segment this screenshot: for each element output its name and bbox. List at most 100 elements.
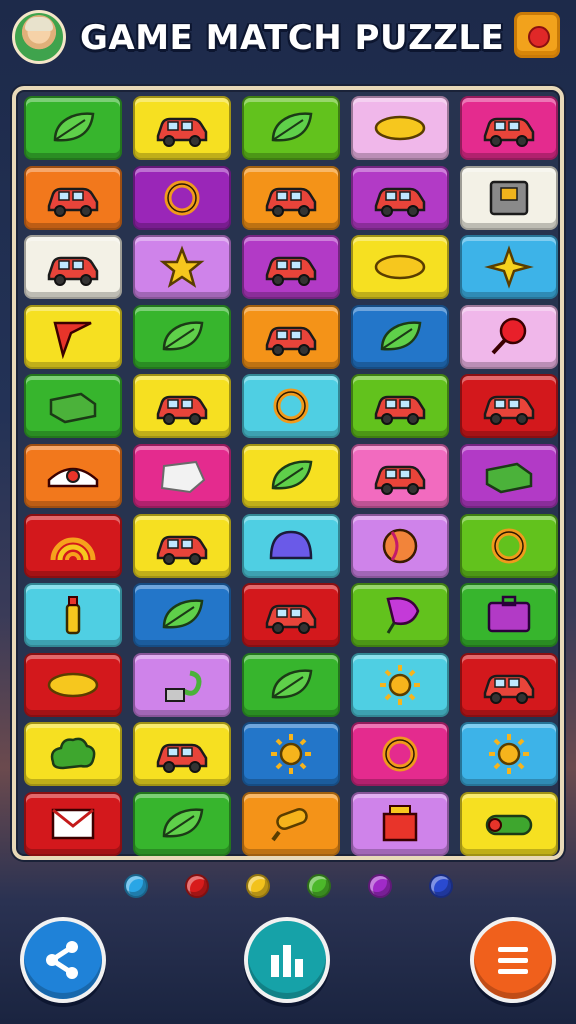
menu-button[interactable] <box>470 917 556 1003</box>
tile-r7-c5[interactable] <box>460 513 558 578</box>
tile-r8-c2[interactable] <box>133 583 231 648</box>
settings-button[interactable] <box>514 12 560 58</box>
car-icon <box>156 535 208 565</box>
lollipop-icon <box>491 317 527 355</box>
tile-r9-c5[interactable] <box>460 652 558 717</box>
tile-r1-c3[interactable] <box>242 96 340 160</box>
tile-r3-c4[interactable] <box>351 235 449 300</box>
tile-r11-c2[interactable] <box>133 791 231 856</box>
car-icon <box>483 674 535 704</box>
tile-r5-c5[interactable] <box>460 374 558 439</box>
tile-r9-c4[interactable] <box>351 652 449 717</box>
sun-icon <box>489 734 529 775</box>
tile-r4-c2[interactable] <box>133 304 231 369</box>
tube-icon <box>485 814 533 836</box>
tile-r7-c3[interactable] <box>242 513 340 578</box>
tile-r5-c2[interactable] <box>133 374 231 439</box>
rainbow-icon <box>50 537 96 560</box>
tile-r7-c4[interactable] <box>351 513 449 578</box>
player-avatar[interactable] <box>12 10 66 64</box>
envelope-icon <box>51 808 95 840</box>
tile-r2-c3[interactable] <box>242 165 340 230</box>
tile-r10-c5[interactable] <box>460 722 558 787</box>
tile-r6-c4[interactable] <box>351 443 449 508</box>
stats-button[interactable] <box>244 917 330 1003</box>
ring-icon <box>491 528 527 564</box>
bag-icon <box>487 595 531 633</box>
tile-r10-c2[interactable] <box>133 722 231 787</box>
tile-r9-c2[interactable] <box>133 652 231 717</box>
tile-r9-c3[interactable] <box>242 652 340 717</box>
stats-icon <box>271 945 303 977</box>
car-icon <box>156 396 208 426</box>
tile-r3-c5[interactable] <box>460 235 558 300</box>
tile-r3-c2[interactable] <box>133 235 231 300</box>
tile-r1-c2[interactable] <box>133 96 231 160</box>
tile-r4-c4[interactable] <box>351 304 449 369</box>
tile-r5-c1[interactable] <box>24 374 122 439</box>
tile-r10-c1[interactable] <box>24 722 122 787</box>
car-icon <box>374 465 426 495</box>
indicator-dot <box>428 874 453 898</box>
tile-r5-c3[interactable] <box>242 374 340 439</box>
ring-icon <box>382 736 418 772</box>
tile-r8-c1[interactable] <box>24 583 122 648</box>
car-icon <box>374 396 426 426</box>
tile-r6-c2[interactable] <box>133 443 231 508</box>
tile-r7-c2[interactable] <box>133 513 231 578</box>
color-indicator-dots <box>0 870 576 902</box>
top-bar: GAME MATCH PUZZLE <box>0 0 576 78</box>
tile-r3-c3[interactable] <box>242 235 340 300</box>
bottle-icon <box>65 596 81 635</box>
tile-r2-c4[interactable] <box>351 165 449 230</box>
leaf-icon <box>271 460 313 490</box>
indicator-dot <box>245 874 270 898</box>
car-icon <box>265 187 317 217</box>
hook-icon <box>165 670 202 702</box>
tile-r11-c1[interactable] <box>24 791 122 856</box>
leaf-icon <box>53 112 95 142</box>
tile-r4-c5[interactable] <box>460 304 558 369</box>
tile-r11-c5[interactable] <box>460 791 558 856</box>
tile-r4-c3[interactable] <box>242 304 340 369</box>
tile-r11-c3[interactable] <box>242 791 340 856</box>
tile-r8-c5[interactable] <box>460 583 558 648</box>
car-icon <box>47 256 99 287</box>
share-icon <box>46 941 78 979</box>
tile-r2-c5[interactable] <box>460 165 558 230</box>
ring-icon <box>164 180 200 216</box>
sparkle-icon <box>484 245 534 289</box>
tile-r11-c4[interactable] <box>351 791 449 856</box>
indicator-dot <box>184 874 209 898</box>
lemon-icon <box>374 115 426 141</box>
tile-r4-c1[interactable] <box>24 304 122 369</box>
tile-r2-c1[interactable] <box>24 165 122 230</box>
leaf-icon <box>271 112 313 142</box>
tile-r9-c1[interactable] <box>24 652 122 717</box>
tile-r5-c4[interactable] <box>351 374 449 439</box>
tile-r6-c3[interactable] <box>242 443 340 508</box>
tile-r6-c5[interactable] <box>460 443 558 508</box>
tile-r1-c4[interactable] <box>351 96 449 160</box>
tile-r1-c1[interactable] <box>24 96 122 160</box>
tile-r6-c1[interactable] <box>24 443 122 508</box>
tile-r8-c3[interactable] <box>242 583 340 648</box>
tile-r2-c2[interactable] <box>133 165 231 230</box>
tile-r10-c3[interactable] <box>242 722 340 787</box>
bush-icon <box>50 737 96 770</box>
tile-r1-c5[interactable] <box>460 96 558 160</box>
car-icon <box>265 256 317 287</box>
tile-r3-c1[interactable] <box>24 235 122 300</box>
robot-icon <box>489 180 529 215</box>
car-icon <box>156 744 208 774</box>
tile-r8-c4[interactable] <box>351 583 449 648</box>
tile-r10-c4[interactable] <box>351 722 449 787</box>
lemon-icon <box>47 672 99 697</box>
leaf-icon <box>380 321 422 351</box>
leaf-icon <box>162 321 204 351</box>
car-icon <box>265 326 317 356</box>
dome-icon <box>269 530 313 559</box>
tile-r7-c1[interactable] <box>24 513 122 578</box>
ring-icon <box>273 388 309 424</box>
share-button[interactable] <box>20 917 106 1003</box>
